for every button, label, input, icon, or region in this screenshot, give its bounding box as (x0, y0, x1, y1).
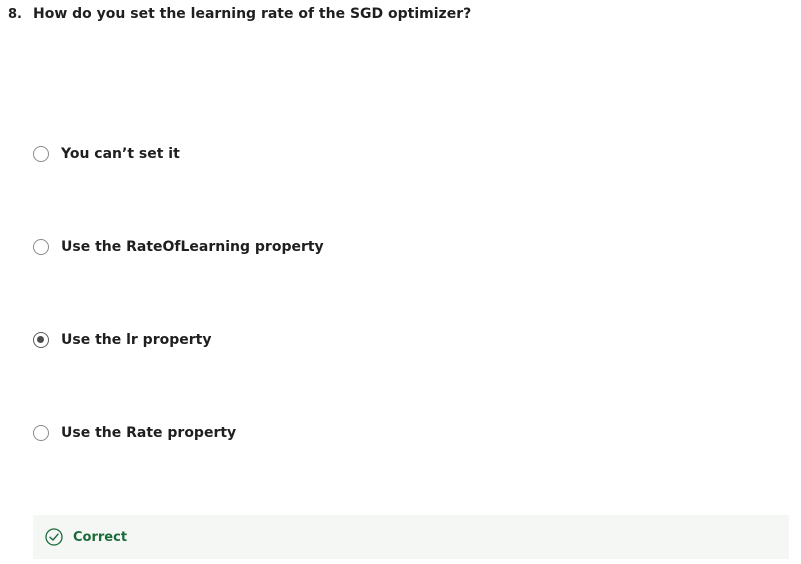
radio-button[interactable] (33, 425, 49, 441)
option-you-cant-set-it[interactable]: You can’t set it (33, 143, 180, 165)
option-label: Use the lr property (61, 332, 212, 348)
check-circle-icon (45, 528, 63, 546)
option-rate-of-learning[interactable]: Use the RateOfLearning property (33, 236, 324, 258)
question-number: 8. (8, 7, 22, 22)
feedback-banner: Correct (33, 515, 789, 559)
option-rate-property[interactable]: Use the Rate property (33, 422, 236, 444)
feedback-status: Correct (73, 529, 128, 545)
question-text: How do you set the learning rate of the … (33, 6, 472, 22)
option-lr-property[interactable]: Use the lr property (33, 329, 211, 351)
radio-button[interactable] (33, 146, 49, 162)
option-label: Use the RateOfLearning property (61, 239, 324, 255)
option-label: You can’t set it (61, 146, 180, 162)
option-label: Use the Rate property (61, 425, 237, 441)
radio-button-selected[interactable] (33, 332, 49, 348)
question-header: 8. How do you set the learning rate of t… (8, 6, 471, 22)
radio-button[interactable] (33, 239, 49, 255)
